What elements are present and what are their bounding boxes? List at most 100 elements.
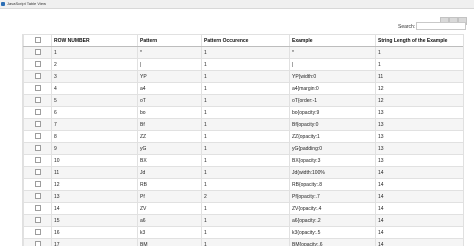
pattern-cell: * xyxy=(137,46,202,59)
select-all-header[interactable] xyxy=(23,34,52,47)
row-checkbox[interactable] xyxy=(34,97,41,104)
row-number-cell: 12 xyxy=(51,178,138,191)
table-row[interactable]: 15 a6 1 a6{opacity:.2 14 xyxy=(23,214,463,227)
pattern-occurence-cell: 1 xyxy=(201,202,290,215)
table-row[interactable]: 7 Bf 1 Bf{opacity:0 13 xyxy=(23,118,463,131)
example-cell: a6{opacity:.2 xyxy=(289,214,376,227)
string-length-cell: 13 xyxy=(375,118,463,131)
table-row[interactable]: 4 a4 1 a4{margin:0 12 xyxy=(23,82,463,95)
pattern-occurence-cell: 1 xyxy=(201,106,290,119)
row-number-cell: 10 xyxy=(51,154,138,167)
pattern-cell: BM xyxy=(137,238,202,246)
row-select-cell[interactable] xyxy=(23,82,52,95)
row-select-cell[interactable] xyxy=(23,166,52,179)
example-cell: BM{opacity:.6 xyxy=(289,238,376,246)
table-row[interactable]: 14 ZV 1 ZV{opacity:.4 14 xyxy=(23,202,463,215)
row-select-cell[interactable] xyxy=(23,70,52,83)
row-select-cell[interactable] xyxy=(23,118,52,131)
pattern-occurence-cell: 1 xyxy=(201,82,290,95)
example-cell: | xyxy=(289,58,376,71)
row-select-cell[interactable] xyxy=(23,130,52,143)
table-row[interactable]: 12 RB 1 RB{opacity:.8 14 xyxy=(23,178,463,191)
column-header-pattern-occurence[interactable]: Pattern Occurence xyxy=(201,34,290,47)
column-header-string-length[interactable]: String Length of the Example xyxy=(375,34,463,47)
pattern-occurence-cell: 1 xyxy=(201,94,290,107)
row-checkbox[interactable] xyxy=(34,85,41,92)
row-select-cell[interactable] xyxy=(23,202,52,215)
table-row[interactable]: 9 yG 1 yG{padding:0 13 xyxy=(23,142,463,155)
row-number-cell: 16 xyxy=(51,226,138,239)
row-number-cell: 17 xyxy=(51,238,138,246)
example-cell: ZZ{opacity:1 xyxy=(289,130,376,143)
table-row[interactable]: 2 | 1 | 1 xyxy=(23,58,463,71)
example-cell: bo{opacity:9 xyxy=(289,106,376,119)
pattern-cell: YP xyxy=(137,70,202,83)
row-checkbox[interactable] xyxy=(34,229,41,236)
row-checkbox[interactable] xyxy=(34,205,41,212)
row-select-cell[interactable] xyxy=(23,226,52,239)
row-select-cell[interactable] xyxy=(23,238,52,246)
row-checkbox[interactable] xyxy=(34,181,41,188)
table-row[interactable]: 10 BX 1 BX{opacity:3 13 xyxy=(23,154,463,167)
pattern-occurence-cell: 1 xyxy=(201,238,290,246)
data-table-container[interactable]: ROW NUMBER Pattern Pattern Occurence Exa… xyxy=(22,34,464,246)
row-select-cell[interactable] xyxy=(23,154,52,167)
table-row[interactable]: 6 bo 1 bo{opacity:9 13 xyxy=(23,106,463,119)
string-length-cell: 13 xyxy=(375,142,463,155)
row-checkbox[interactable] xyxy=(34,193,41,200)
window-title: JavaScript Table View xyxy=(7,1,46,6)
window-titlebar: JavaScript Table View xyxy=(0,0,474,9)
table-row[interactable]: 13 Pf 2 Pf{opacity:.7 14 xyxy=(23,190,463,203)
select-all-checkbox[interactable] xyxy=(34,37,41,44)
string-length-cell: 14 xyxy=(375,178,463,191)
pattern-occurence-cell: 1 xyxy=(201,166,290,179)
string-length-cell: 13 xyxy=(375,130,463,143)
table-row[interactable]: 11 Jd 1 Jd{width:100% 14 xyxy=(23,166,463,179)
table-row[interactable]: 8 ZZ 1 ZZ{opacity:1 13 xyxy=(23,130,463,143)
row-select-cell[interactable] xyxy=(23,190,52,203)
example-cell: * xyxy=(289,46,376,59)
search-input[interactable] xyxy=(416,22,466,30)
row-checkbox[interactable] xyxy=(34,61,41,68)
row-checkbox[interactable] xyxy=(34,241,41,246)
row-select-cell[interactable] xyxy=(23,94,52,107)
row-checkbox[interactable] xyxy=(34,73,41,80)
row-number-cell: 1 xyxy=(51,46,138,59)
string-length-cell: 14 xyxy=(375,166,463,179)
pattern-cell: RB xyxy=(137,178,202,191)
row-checkbox[interactable] xyxy=(34,217,41,224)
row-checkbox[interactable] xyxy=(34,133,41,140)
row-number-cell: 4 xyxy=(51,82,138,95)
pattern-occurence-cell: 1 xyxy=(201,154,290,167)
row-select-cell[interactable] xyxy=(23,214,52,227)
row-checkbox[interactable] xyxy=(34,49,41,56)
example-cell: BX{opacity:3 xyxy=(289,154,376,167)
table-row[interactable]: 17 BM 1 BM{opacity:.6 14 xyxy=(23,238,463,246)
row-select-cell[interactable] xyxy=(23,106,52,119)
pattern-cell: bo xyxy=(137,106,202,119)
row-number-cell: 11 xyxy=(51,166,138,179)
column-header-pattern[interactable]: Pattern xyxy=(137,34,202,47)
row-checkbox[interactable] xyxy=(34,169,41,176)
table-row[interactable]: 1 * 1 * 1 xyxy=(23,46,463,59)
row-checkbox[interactable] xyxy=(34,157,41,164)
column-header-row-number[interactable]: ROW NUMBER xyxy=(51,34,138,47)
row-select-cell[interactable] xyxy=(23,58,52,71)
row-select-cell[interactable] xyxy=(23,46,52,59)
row-select-cell[interactable] xyxy=(23,178,52,191)
data-table: ROW NUMBER Pattern Pattern Occurence Exa… xyxy=(23,34,463,246)
row-checkbox[interactable] xyxy=(34,121,41,128)
column-header-example[interactable]: Example xyxy=(289,34,376,47)
table-row[interactable]: 5 oT 1 oT{order:-1 12 xyxy=(23,94,463,107)
string-length-cell: 1 xyxy=(375,46,463,59)
table-row[interactable]: 3 YP 1 YP{width:0 11 xyxy=(23,70,463,83)
pattern-occurence-cell: 1 xyxy=(201,130,290,143)
row-checkbox[interactable] xyxy=(34,145,41,152)
string-length-cell: 11 xyxy=(375,70,463,83)
row-number-cell: 9 xyxy=(51,142,138,155)
table-row[interactable]: 16 k3 1 k3{opacity:.5 14 xyxy=(23,226,463,239)
row-select-cell[interactable] xyxy=(23,142,52,155)
row-checkbox[interactable] xyxy=(34,109,41,116)
pattern-occurence-cell: 1 xyxy=(201,118,290,131)
pattern-cell: Pf xyxy=(137,190,202,203)
